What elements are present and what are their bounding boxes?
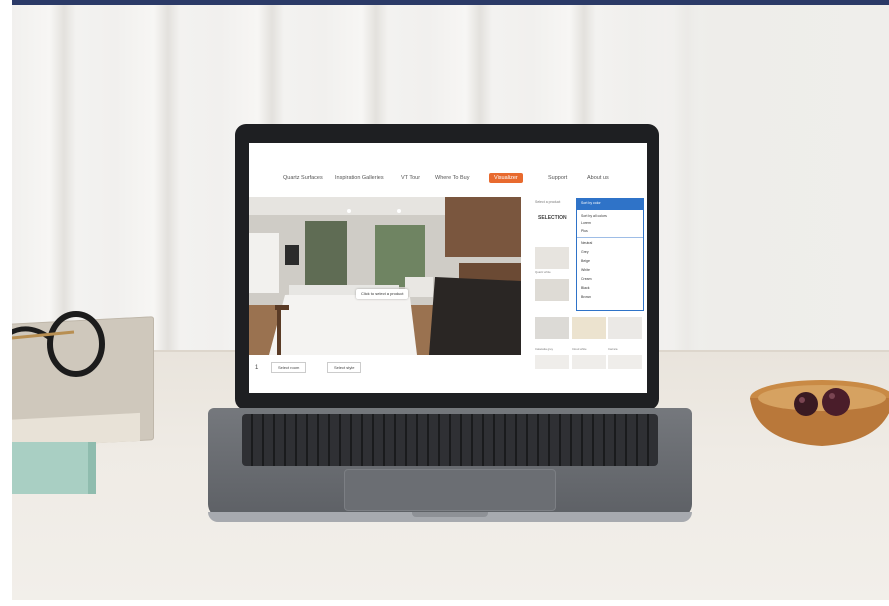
nav-where-to-buy[interactable]: Where To Buy	[435, 171, 469, 185]
nav-quartz-surfaces[interactable]: Quartz Surfaces	[283, 171, 323, 185]
kitchen-scene	[249, 197, 521, 355]
nav-support[interactable]: Support	[548, 171, 567, 185]
select-product-button[interactable]: Click to select a product	[356, 289, 409, 299]
product-tile[interactable]	[572, 317, 606, 339]
nav-visualizer[interactable]: Visualizer	[489, 173, 523, 183]
glasses-icon	[8, 311, 105, 377]
nav-vt-tour[interactable]: VT Tour	[401, 171, 420, 185]
product-tile[interactable]	[535, 355, 569, 369]
dropdown-option[interactable]: Beige	[581, 259, 590, 263]
product-tile[interactable]	[535, 317, 569, 339]
keyboard	[242, 414, 658, 466]
product-tile[interactable]	[608, 317, 642, 339]
sort-dropdown-value: Sort by color	[581, 201, 601, 205]
page-number[interactable]: 1	[255, 365, 258, 371]
product-tile[interactable]	[572, 355, 606, 369]
dropdown-option[interactable]: Lorem	[581, 221, 591, 225]
trackpad	[344, 469, 556, 511]
product-tile[interactable]	[535, 247, 569, 269]
dropdown-option[interactable]: Neutral	[581, 241, 592, 245]
sort-dropdown-button[interactable]: Sort by color	[576, 198, 644, 209]
laptop-notch	[412, 512, 488, 517]
dropdown-option[interactable]: Grey	[581, 250, 589, 254]
dropdown-divider	[577, 237, 643, 238]
tile-label: Carrara	[608, 347, 618, 351]
tile-label: Quartz white	[535, 270, 551, 274]
select-style-button[interactable]: Select style	[327, 362, 362, 373]
laptop-screen: Quartz Surfaces Inspiration Galleries VT…	[249, 143, 647, 393]
dropdown-option[interactable]: Brown	[581, 295, 591, 299]
fruit-bowl-icon	[750, 380, 889, 446]
top-navigation: Quartz Surfaces Inspiration Galleries VT…	[249, 171, 647, 185]
nav-about-us[interactable]: About us	[587, 171, 609, 185]
tile-label: Cloud white	[572, 347, 587, 351]
dropdown-option[interactable]: Sort by all colors	[581, 214, 607, 218]
select-room-button[interactable]: Select room	[271, 362, 307, 373]
product-tile[interactable]	[608, 355, 642, 369]
nav-inspiration-galleries[interactable]: Inspiration Galleries	[335, 171, 384, 185]
frame-bottom-border	[0, 600, 889, 606]
dropdown-option[interactable]: Cream	[581, 277, 592, 281]
dropdown-option[interactable]: Black	[581, 286, 590, 290]
tile-label: Calacatta grey	[535, 347, 554, 351]
frame-left-border	[0, 0, 12, 606]
book-stack-bottom	[8, 442, 96, 494]
side-panel-title: SELECTION	[538, 215, 567, 221]
dropdown-option[interactable]: White	[581, 268, 590, 272]
side-panel-label: Select a product	[535, 200, 561, 204]
sort-dropdown-menu: Sort by all colors Lorem Plus Neutral Gr…	[576, 209, 644, 311]
kitchen-visualizer-image[interactable]: Click to select a product	[249, 197, 521, 355]
product-tile[interactable]	[535, 279, 569, 301]
scene: Quartz Surfaces Inspiration Galleries VT…	[0, 0, 889, 606]
dropdown-option[interactable]: Plus	[581, 229, 588, 233]
